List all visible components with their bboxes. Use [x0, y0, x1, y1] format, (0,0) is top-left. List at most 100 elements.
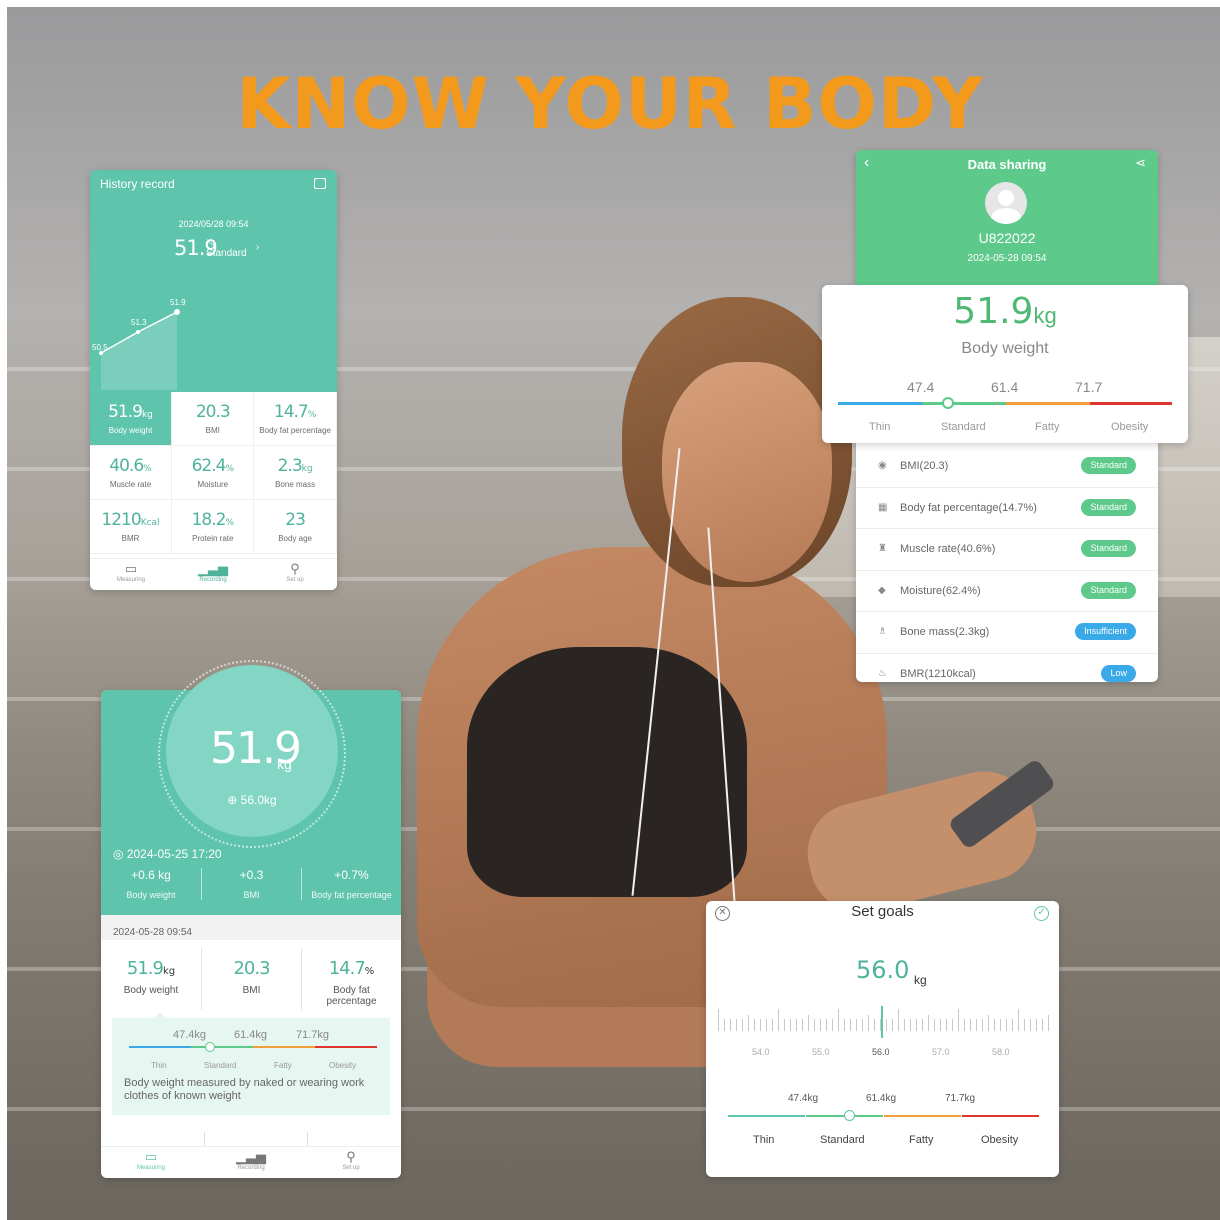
- sharing-header: ‹ Data sharing ⋖ U822022 2024-05-28 09:5…: [856, 150, 1158, 285]
- nav-label: Recording: [199, 577, 227, 583]
- calendar-icon[interactable]: [314, 178, 326, 189]
- range-bar-fatty: [1006, 402, 1090, 405]
- history-status: Standard: [206, 248, 247, 259]
- metric-number: 14.7: [328, 958, 366, 979]
- metric-value: 23: [255, 510, 336, 530]
- measure-date-text: 2024-05-25 17:20: [126, 847, 222, 861]
- indicator-row[interactable]: ♨ BMR(1210kcal) Low: [856, 654, 1158, 683]
- metric-value: 51.9kg: [101, 958, 201, 979]
- indicator-row[interactable]: ▦ Body fat percentage(14.7%) Standard: [856, 488, 1158, 529]
- ruler-tick: [748, 1015, 749, 1031]
- sports-top: [467, 647, 747, 897]
- metric-label: Muscle rate: [109, 480, 152, 489]
- metric-cell[interactable]: 18.2% Protein rate: [172, 500, 255, 554]
- indicator-row[interactable]: ♗ Bone mass(2.3kg) Insufficient: [856, 612, 1158, 654]
- metric-unit: kg: [162, 966, 176, 977]
- weight-trend-chart: 50.5 51.3 51.9: [92, 298, 186, 390]
- indicator-label: Body fat percentage(14.7%): [900, 501, 1037, 514]
- person-icon: ⚲: [290, 561, 300, 576]
- metric-cell[interactable]: 23 Body age: [254, 500, 337, 554]
- main-metric[interactable]: 20.3 BMI: [201, 948, 301, 1010]
- range-bar-thin: [129, 1046, 191, 1048]
- weight-marker: [205, 1042, 215, 1052]
- ruler-pointer: [881, 1006, 883, 1038]
- metric-unit: %: [307, 410, 317, 420]
- metric-value: 1210Kcal: [90, 510, 171, 530]
- share-icon[interactable]: ⋖: [1135, 155, 1146, 171]
- metric-value: 2.3kg: [255, 456, 336, 476]
- sharing-title: Data sharing: [967, 157, 1047, 172]
- range-bar-thin: [728, 1115, 805, 1117]
- metric-cell[interactable]: 1210Kcal BMR: [90, 500, 172, 554]
- range-label: Standard: [941, 421, 986, 433]
- trend-label: 51.9: [170, 298, 186, 307]
- ruler-tick: [808, 1015, 809, 1031]
- threshold-label: 61.4: [991, 379, 1019, 395]
- ruler-tick: [844, 1019, 845, 1031]
- metric-cell[interactable]: 20.3 BMI: [172, 392, 255, 446]
- range-bar-obesity: [1090, 402, 1172, 405]
- indicator-row[interactable]: ◆ Moisture(62.4%) Standard: [856, 571, 1158, 612]
- indicator-label: BMR(1210kcal): [900, 667, 976, 680]
- main-nav-bar: ▭ Measuring ▁▃▅ Recording ⚲ Set up: [101, 1146, 401, 1178]
- status-badge: Standard: [1081, 540, 1136, 557]
- threshold-label: 61.4kg: [234, 1029, 268, 1041]
- change-label: Body fat percentage: [311, 890, 392, 900]
- metric-cell[interactable]: 2.3kg Bone mass: [254, 446, 337, 500]
- range-bar-fatty: [253, 1046, 315, 1048]
- status-badge: Standard: [1081, 457, 1136, 474]
- nav-setup[interactable]: ⚲ Set up: [254, 561, 336, 583]
- nav-measuring[interactable]: ▭ Measuring: [90, 561, 172, 583]
- metric-cell[interactable]: 40.6% Muscle rate: [90, 446, 172, 500]
- metric-value: 20.3: [202, 958, 301, 979]
- ruler-tick: [934, 1019, 935, 1031]
- metric-cell[interactable]: 14.7% Body fat percentage: [254, 392, 337, 446]
- status-badge: Standard: [1081, 498, 1136, 516]
- ruler-tick: [1042, 1019, 1043, 1031]
- main-metric[interactable]: 14.7% Body fat percentage: [301, 948, 401, 1010]
- ruler-tick: [766, 1019, 767, 1031]
- indicator-icon: ▦: [878, 501, 888, 513]
- main-metric[interactable]: 51.9kg Body weight: [101, 948, 201, 1010]
- weight-marker: [942, 397, 954, 409]
- metric-number: 1210: [101, 510, 141, 530]
- nav-recording[interactable]: ▁▃▅ Recording: [201, 1149, 301, 1171]
- metric-value: 51.9kg: [90, 402, 171, 422]
- nav-setup[interactable]: ⚲ Set up: [301, 1149, 401, 1171]
- indicator-row[interactable]: ♜ Muscle rate(40.6%) Standard: [856, 529, 1158, 571]
- trend-label: 50.5: [92, 343, 108, 352]
- scale-icon: ▭: [144, 1149, 158, 1164]
- nav-recording[interactable]: ▁▃▅ Recording: [172, 561, 254, 583]
- ruler-tick: [1036, 1019, 1037, 1031]
- metric-label: Body fat percentage: [326, 985, 377, 1007]
- metric-label: Body fat percentage: [259, 426, 331, 435]
- ruler-tick: [970, 1019, 971, 1031]
- metric-cell[interactable]: 51.9kg Body weight: [90, 392, 172, 446]
- metric-cell[interactable]: 62.4% Moisture: [172, 446, 255, 500]
- metric-unit: %: [225, 464, 234, 474]
- status-badge: Standard: [1081, 581, 1136, 599]
- goal-ruler[interactable]: [718, 1009, 1049, 1039]
- chevron-right-icon[interactable]: ›: [256, 242, 259, 253]
- ruler-tick: [814, 1019, 815, 1031]
- change-value: +0.6 kg: [131, 868, 171, 882]
- metric-number: 20.3: [195, 402, 231, 422]
- nav-measuring[interactable]: ▭ Measuring: [101, 1149, 201, 1171]
- indicator-icon: ♜: [878, 543, 887, 554]
- ruler-label: 56.0: [872, 1047, 890, 1057]
- metric-unit: Kcal: [140, 518, 160, 528]
- range-bar-obesity: [962, 1115, 1039, 1117]
- ruler-tick: [784, 1019, 785, 1031]
- popup-label: Body weight: [961, 340, 1049, 357]
- ruler-label: 55.0: [812, 1047, 830, 1057]
- threshold-label: 47.4: [907, 379, 935, 395]
- metric-label: BMI: [205, 426, 220, 435]
- ruler-tick: [826, 1019, 827, 1031]
- metric-unit: kg: [301, 464, 313, 474]
- indicator-icon: ◉: [878, 460, 887, 471]
- trend-point: [136, 330, 140, 334]
- ruler-tick: [898, 1009, 899, 1031]
- confirm-icon[interactable]: ✓: [1034, 906, 1049, 921]
- indicator-row[interactable]: ◉ BMI(20.3) Standard: [856, 446, 1158, 488]
- metric-number: 40.6: [109, 456, 144, 476]
